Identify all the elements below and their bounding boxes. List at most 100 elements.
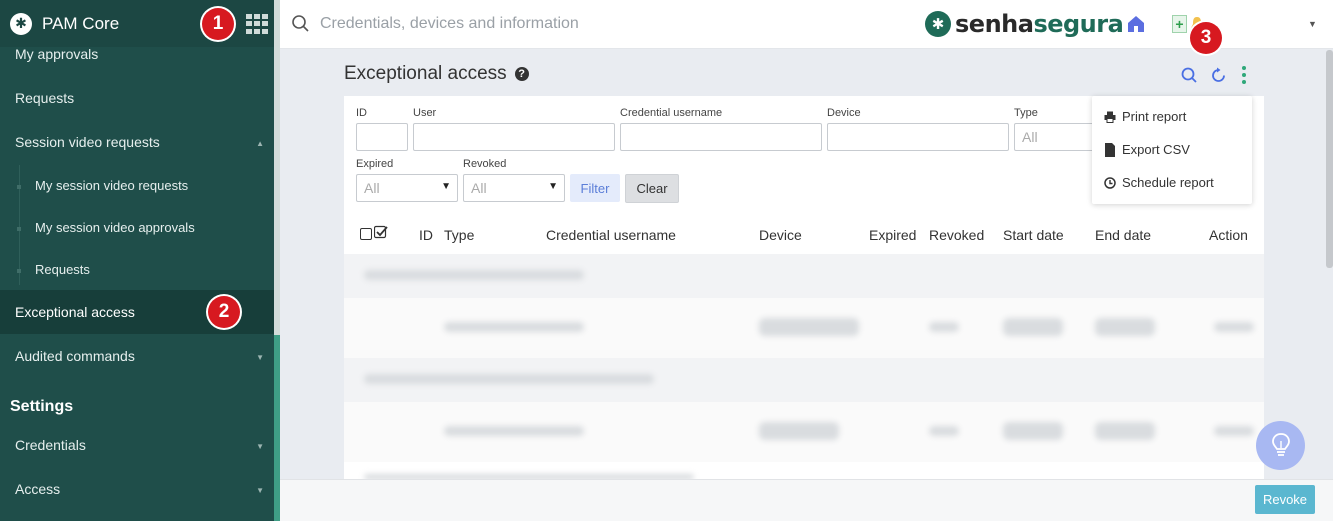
sidebar-item-label: Access <box>15 481 61 497</box>
lightbulb-help-icon[interactable] <box>1256 421 1305 470</box>
table-group-row <box>344 254 1264 298</box>
clear-button[interactable]: Clear <box>625 174 679 203</box>
column-header-type[interactable]: Type <box>444 227 474 243</box>
printer-icon <box>1104 111 1116 123</box>
filter-device-input[interactable] <box>827 123 1009 151</box>
page-title: Exceptional access ? <box>344 63 529 85</box>
options-menu: Print report Export CSV Schedule report <box>1092 96 1252 204</box>
sidebar-item-label: Audited commands <box>15 348 135 364</box>
table-row[interactable] <box>344 402 1264 462</box>
sidebar-item-label: Exceptional access <box>15 304 135 320</box>
column-header-action[interactable]: Action <box>1209 227 1248 243</box>
main-scrollbar[interactable] <box>1326 50 1333 268</box>
brand-mark-icon: ✱ <box>925 11 951 37</box>
filter-user-input[interactable] <box>413 123 615 151</box>
chevron-down-icon: ▼ <box>256 353 264 362</box>
filter-revoked-value: All <box>471 180 487 196</box>
user-menu-caret-icon[interactable]: ▼ <box>1308 19 1317 29</box>
sidebar-item-access[interactable]: Access ▼ <box>0 481 274 497</box>
refresh-icon[interactable] <box>1210 67 1227 84</box>
filter-credential-username-input[interactable] <box>620 123 822 151</box>
page-title-text: Exceptional access <box>344 63 507 84</box>
annotation-badge-3: 3 <box>1190 22 1222 54</box>
help-icon[interactable]: ? <box>514 67 529 81</box>
column-header-device[interactable]: Device <box>759 227 802 243</box>
bullet-icon <box>17 227 21 231</box>
revoke-button[interactable]: Revoke <box>1255 485 1315 514</box>
bullet-icon <box>17 269 21 273</box>
menu-item-label: Schedule report <box>1122 175 1214 190</box>
filter-label-type: Type <box>1014 107 1038 119</box>
filter-label-credential-username: Credential username <box>620 107 723 119</box>
table-row[interactable] <box>344 298 1264 358</box>
sidebar-item-credentials[interactable]: Credentials ▼ <box>0 437 274 453</box>
menu-item-label: Export CSV <box>1122 142 1190 157</box>
brand-logo: ✱ senhasegura <box>925 10 1124 38</box>
sidebar-item-audited-commands[interactable]: Audited commands ▼ <box>0 348 274 364</box>
sidebar-item-label: My approvals <box>15 46 99 62</box>
topbar: ✱ senhasegura + ▼ <box>280 0 1333 49</box>
sidebar-item-label: My session video requests <box>35 178 189 193</box>
chevron-up-icon: ▲ <box>256 139 264 148</box>
file-icon <box>1105 142 1115 157</box>
filter-label-id: ID <box>356 107 367 119</box>
column-header-start-date[interactable]: Start date <box>1003 227 1064 243</box>
sidebar-item-label: Requests <box>15 90 75 106</box>
annotation-badge-2: 2 <box>208 296 240 328</box>
search-icon <box>292 15 309 32</box>
add-icon[interactable]: + <box>1172 15 1187 33</box>
clock-icon <box>1104 176 1116 189</box>
menu-item-export-csv[interactable]: Export CSV <box>1104 142 1190 157</box>
select-all-checkbox[interactable] <box>360 228 372 240</box>
sidebar-item-session-video-requests[interactable]: Session video requests ▲ <box>0 134 274 150</box>
menu-item-print-report[interactable]: Print report <box>1104 109 1186 124</box>
filter-revoked-select[interactable]: All ▼ <box>463 174 565 202</box>
search-input[interactable] <box>320 12 880 36</box>
menu-item-schedule-report[interactable]: Schedule report <box>1104 175 1214 190</box>
column-header-expired[interactable]: Expired <box>869 227 916 243</box>
filter-type-select[interactable]: All <box>1014 123 1094 151</box>
app-name: PAM Core <box>42 13 120 33</box>
filter-label-device: Device <box>827 107 861 119</box>
sidebar-item-my-approvals[interactable]: My approvals <box>0 46 274 62</box>
table-group-row <box>344 358 1264 402</box>
filter-button[interactable]: Filter <box>570 174 620 202</box>
bullet-icon <box>17 185 21 189</box>
filter-expired-value: All <box>364 180 380 196</box>
apps-grid-icon[interactable] <box>246 14 268 34</box>
sidebar: ✱ PAM Core My approvals Requests Session… <box>0 0 274 521</box>
chevron-down-icon: ▼ <box>256 442 264 451</box>
search-toggle-icon[interactable] <box>1181 67 1197 83</box>
column-header-revoked[interactable]: Revoked <box>929 227 984 243</box>
sidebar-item-my-session-video-approvals[interactable]: My session video approvals <box>0 220 274 235</box>
more-options-icon[interactable] <box>1241 66 1247 86</box>
home-icon[interactable] <box>1126 15 1146 33</box>
dropdown-arrow-icon: ▼ <box>441 181 451 192</box>
column-header-id[interactable]: ID <box>419 227 433 243</box>
brand-prefix: senha <box>955 10 1034 38</box>
menu-item-label: Print report <box>1122 109 1187 124</box>
column-header-credential-username[interactable]: Credential username <box>546 227 676 243</box>
page-footer <box>280 479 1333 521</box>
sidebar-item-requests[interactable]: Requests <box>0 90 274 106</box>
filter-id-input[interactable] <box>356 123 408 151</box>
sidebar-item-session-requests[interactable]: Requests <box>0 262 274 277</box>
sidebar-item-label: Requests <box>35 262 90 277</box>
filter-type-value: All <box>1022 129 1038 145</box>
filter-expired-select[interactable]: All ▼ <box>356 174 458 202</box>
sidebar-section-settings: Settings <box>10 398 74 415</box>
column-header-end-date[interactable]: End date <box>1095 227 1151 243</box>
sidebar-item-label: Session video requests <box>15 134 160 150</box>
app-logo-icon: ✱ <box>10 12 32 35</box>
sidebar-item-my-session-video-requests[interactable]: My session video requests <box>0 178 274 193</box>
filter-label-expired: Expired <box>356 158 394 170</box>
sidebar-item-label: My session video approvals <box>35 220 195 235</box>
dropdown-arrow-icon: ▼ <box>548 181 558 192</box>
checkbox-checked-icon[interactable] <box>374 225 388 239</box>
annotation-badge-1: 1 <box>202 8 234 40</box>
filter-label-revoked: Revoked <box>463 158 507 170</box>
chevron-down-icon: ▼ <box>256 486 264 495</box>
sidebar-item-label: Credentials <box>15 437 86 453</box>
filter-label-user: User <box>413 107 437 119</box>
brand-suffix: segura <box>1033 10 1124 38</box>
